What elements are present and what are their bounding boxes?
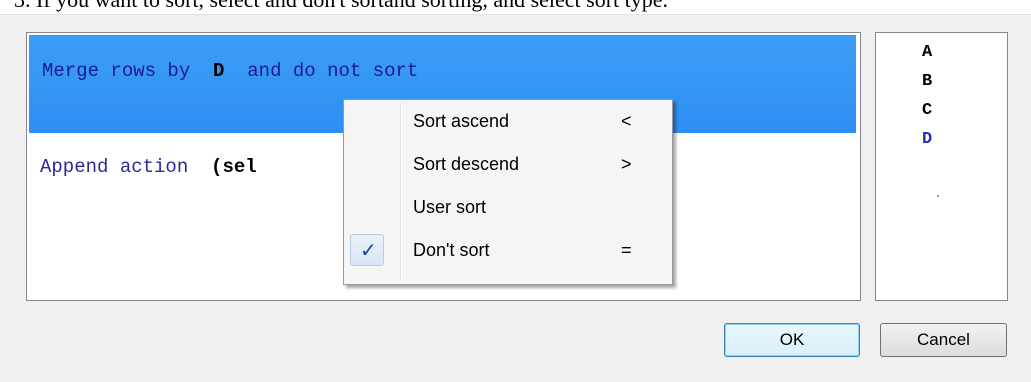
column-item-c[interactable]: C bbox=[922, 101, 942, 120]
menu-item-label: Sort ascend bbox=[413, 111, 510, 131]
caption-text: 3. If you want to sort, select and don't… bbox=[14, 0, 668, 13]
cancel-button[interactable]: Cancel bbox=[880, 323, 1007, 357]
column-item-d[interactable]: D bbox=[922, 130, 942, 149]
row2-arg: (sel bbox=[211, 156, 257, 178]
instruction-caption: 3. If you want to sort, select and don't… bbox=[0, 0, 1031, 14]
sort-context-menu: Sort ascend < Sort descend > User sort ✓… bbox=[343, 99, 673, 285]
menu-item-sort-ascend[interactable]: Sort ascend < bbox=[346, 104, 670, 140]
menu-item-label: Don't sort bbox=[413, 240, 490, 260]
ok-button[interactable]: OK bbox=[724, 323, 860, 357]
row-suffix: and do not sort bbox=[247, 60, 419, 82]
menu-item-label: User sort bbox=[413, 197, 487, 217]
list-marker bbox=[937, 195, 939, 197]
selected-row-text: Merge rows by D and do not sort bbox=[42, 60, 418, 82]
row2-prefix: Append action bbox=[40, 156, 189, 178]
row-prefix: Merge rows by bbox=[42, 60, 191, 82]
column-list[interactable]: A B C D bbox=[875, 32, 1008, 301]
menu-item-dont-sort[interactable]: ✓ Don't sort = bbox=[346, 233, 670, 269]
merge-dialog: Merge rows by D and do not sort Append a… bbox=[0, 14, 1031, 382]
checked-indicator: ✓ bbox=[350, 234, 384, 266]
menu-item-shortcut: = bbox=[621, 240, 632, 260]
menu-item-label: Sort descend bbox=[413, 154, 520, 174]
menu-item-shortcut: < bbox=[621, 111, 632, 131]
menu-item-user-sort[interactable]: User sort bbox=[346, 190, 670, 226]
row-key: D bbox=[213, 60, 225, 82]
checkmark-icon: ✓ bbox=[360, 238, 377, 262]
menu-item-sort-descend[interactable]: Sort descend > bbox=[346, 147, 670, 183]
append-action-row[interactable]: Append action (sel bbox=[40, 156, 257, 178]
column-item-b[interactable]: B bbox=[922, 72, 942, 91]
menu-item-shortcut: > bbox=[621, 154, 632, 174]
column-item-a[interactable]: A bbox=[922, 43, 942, 62]
